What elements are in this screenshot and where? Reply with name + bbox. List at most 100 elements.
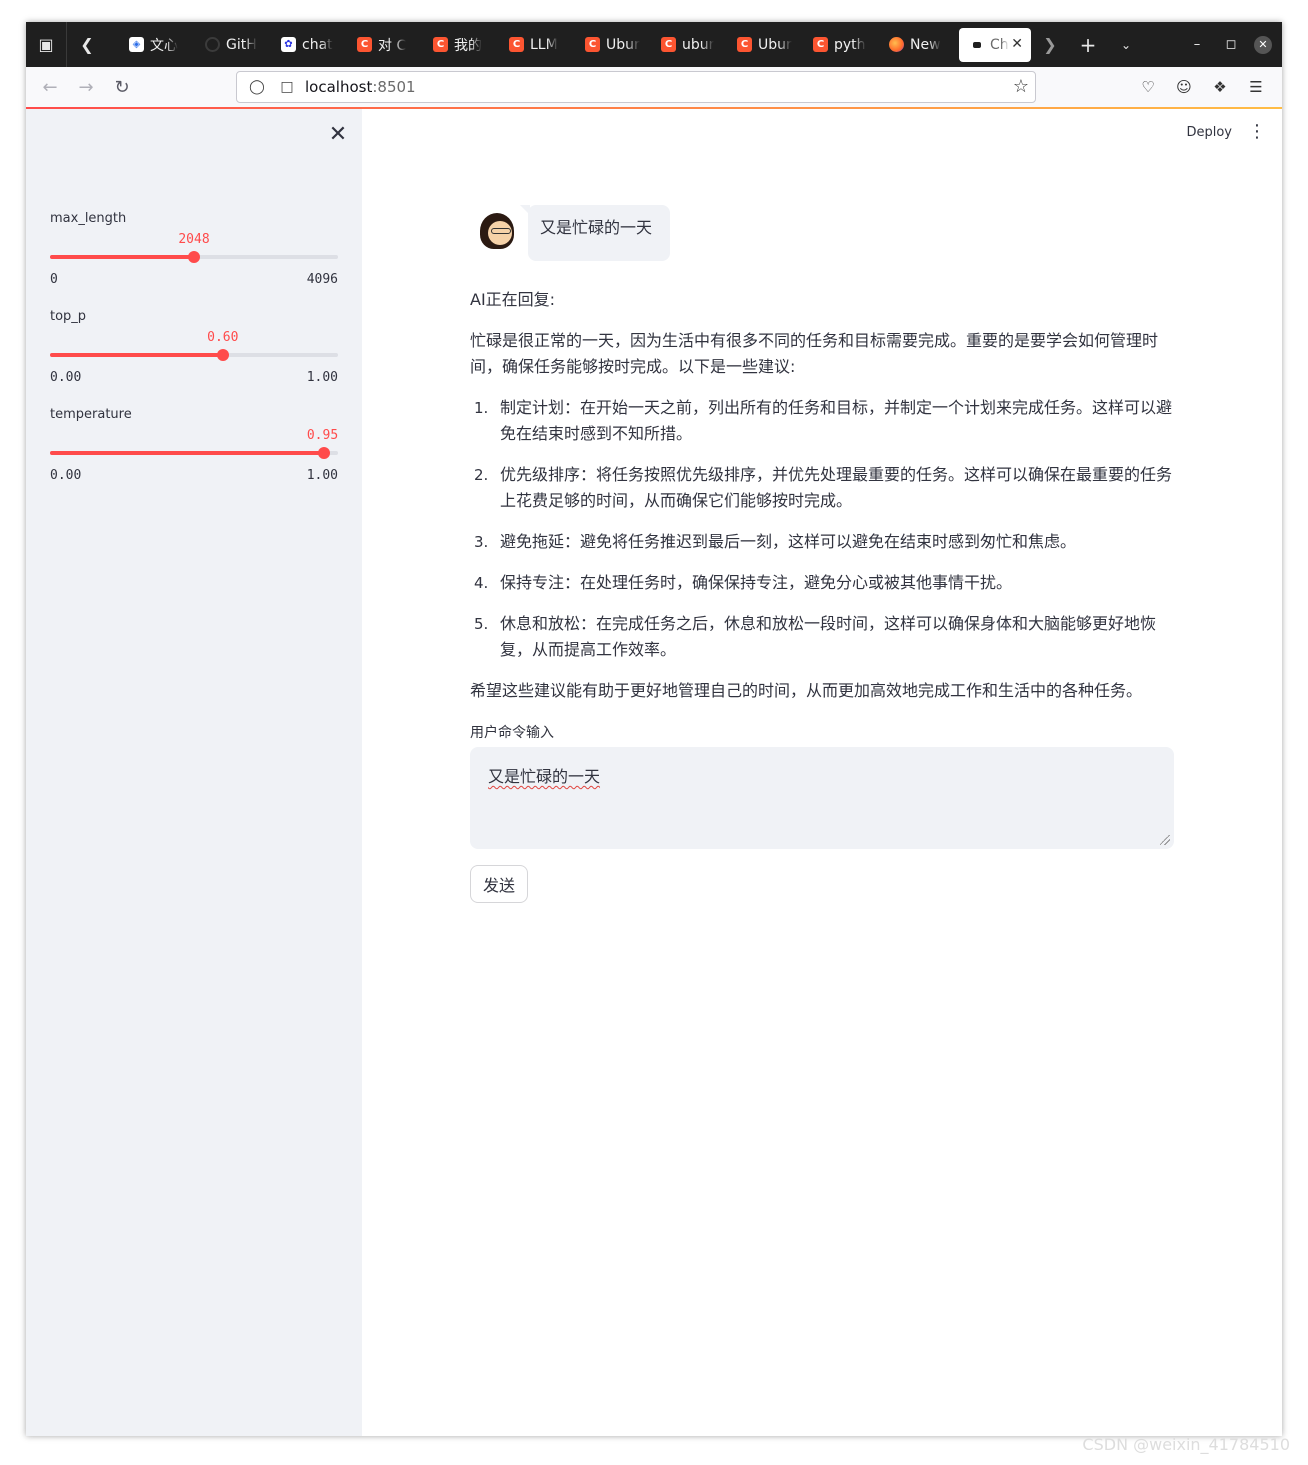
bookmark-star-icon[interactable]: ☆ — [1013, 76, 1029, 97]
tab-9[interactable]: Cpyth — [803, 28, 879, 62]
tab-6[interactable]: C Ubur — [575, 28, 651, 62]
tab-1[interactable]: GitH — [195, 28, 271, 62]
tab-label: New — [910, 36, 941, 53]
csdn-icon: C — [357, 37, 372, 52]
close-window-icon[interactable]: ✕ — [1254, 35, 1272, 54]
sidebar: ✕ max_length 2048 0 4096 top_p 0.60 0.00 1.00 te… — [26, 109, 362, 1436]
maximize-icon[interactable]: ◻ — [1214, 37, 1248, 52]
tab-0[interactable]: ◈ 文心 — [119, 28, 195, 62]
scroll-tabs-right-icon[interactable]: ❯ — [1031, 22, 1069, 67]
slider-track[interactable] — [50, 349, 338, 361]
tab-5[interactable]: C LLM — [499, 28, 575, 62]
user-message-bubble: 又是忙碌的一天 — [520, 205, 670, 261]
tab-label: ubur — [682, 36, 715, 53]
slider-label: top_p — [50, 309, 87, 324]
slider-min: 0.00 — [50, 468, 82, 483]
tab-label: 我的 — [454, 37, 482, 54]
slider-top-p: top_p 0.60 0.00 1.00 — [50, 309, 338, 385]
ai-status-text: AI正在回复: — [470, 290, 556, 309]
command-input-value: 又是忙碌的一天 — [488, 767, 601, 786]
csdn-icon: C — [813, 37, 828, 52]
slider-track[interactable] — [50, 447, 338, 459]
url-host: localhost — [305, 78, 373, 96]
window-controls: – ◻ ✕ — [1180, 22, 1282, 67]
tab-10[interactable]: New — [879, 28, 955, 62]
watermark: CSDN @weixin_41784510 — [1082, 1435, 1290, 1454]
csdn-icon: C — [737, 37, 752, 52]
tab-label: pyth — [834, 36, 866, 53]
slider-track[interactable] — [50, 251, 338, 263]
list-number: 5. — [474, 615, 489, 633]
slider-fill — [50, 353, 223, 357]
list-item-text: 休息和放松：在完成任务之后，休息和放松一段时间，这样可以确保身体和大脑能够更好地… — [500, 614, 1157, 659]
account-icon[interactable]: ☺ — [1166, 71, 1202, 103]
list-item-text: 避免拖延：避免将任务推迟到最后一刻，这样可以避免在结束时感到匆忙和焦虑。 — [500, 532, 1077, 551]
list-item-text: 优先级排序：将任务按照优先级排序，并优先处理最重要的任务。这样可以确保在最重要的… — [500, 465, 1173, 510]
list-number: 4. — [474, 574, 489, 592]
slider-value: 0.60 — [207, 330, 239, 345]
reload-icon[interactable]: ↻ — [104, 71, 140, 103]
list-item-text: 保持专注：在处理任务时，确保保持专注，避免分心或被其他事情干扰。 — [500, 573, 1013, 592]
command-input-textarea[interactable]: 又是忙碌的一天 — [470, 747, 1174, 849]
close-tab-icon[interactable]: ✕ — [1011, 36, 1023, 52]
slider-value: 0.95 — [306, 428, 339, 443]
list-item: 2. 优先级排序：将任务按照优先级排序，并优先处理最重要的任务。这样可以确保在最重… — [470, 462, 1174, 514]
slider-temperature: temperature 0.95 0.00 1.00 — [50, 407, 338, 483]
forward-icon[interactable]: → — [68, 71, 104, 103]
tab-label: Ubur — [758, 36, 792, 53]
resize-handle-icon[interactable] — [1160, 835, 1170, 845]
slider-thumb[interactable] — [317, 447, 330, 459]
slider-fill — [50, 451, 324, 455]
shield-icon[interactable]: ◯ — [245, 79, 269, 95]
pocket-icon[interactable]: ♡ — [1130, 71, 1166, 103]
browser-window: ▣ ❮ ◈ 文心 GitH ✿ chat C 对 C C 我的 C LLM C Ubur Cubur C Ub… — [26, 22, 1282, 1436]
ai-outro-paragraph: 希望这些建议能有助于更好地管理自己的时间，从而更加高效地完成工作和生活中的各种任… — [470, 681, 1143, 700]
list-item: 4. 保持专注：在处理任务时，确保保持专注，避免分心或被其他事情干扰。 — [470, 570, 1174, 596]
tab-overview-icon[interactable]: ▣ — [26, 22, 66, 67]
tab-8[interactable]: C Ubur — [727, 28, 803, 62]
tab-label: 对 C — [378, 37, 407, 54]
deploy-button[interactable]: Deploy — [1186, 125, 1232, 140]
csdn-icon: C — [585, 37, 600, 52]
tab-strip: ▣ ❮ ◈ 文心 GitH ✿ chat C 对 C C 我的 C LLM C Ubur Cubur C Ub… — [26, 22, 1282, 67]
send-button[interactable]: 发送 — [470, 865, 528, 903]
baidu-icon: ✿ — [281, 37, 296, 52]
url-bar[interactable]: ◯ □ localhost:8501 ☆ — [236, 71, 1036, 103]
slider-label: temperature — [50, 407, 132, 422]
main-area: Deploy ⋮ 又是忙碌的一天 AI正在回复: 忙碌是很正常的一天，因为生活中… — [362, 109, 1282, 1436]
user-chat-message: 又是忙碌的一天 — [478, 205, 670, 261]
close-sidebar-icon[interactable]: ✕ — [326, 123, 350, 147]
url-port: :8501 — [372, 78, 416, 96]
slider-label: max_length — [50, 211, 127, 226]
tab-4[interactable]: C 我的 — [423, 28, 499, 62]
extensions-icon[interactable]: ❖ — [1202, 71, 1238, 103]
list-tabs-icon[interactable]: ⌄ — [1107, 22, 1145, 67]
ai-response: AI正在回复: 忙碌是很正常的一天，因为生活中有很多不同的任务和目标需要完成。重… — [470, 287, 1174, 719]
slider-max: 1.00 — [306, 468, 338, 483]
slider-max: 1.00 — [306, 370, 338, 385]
tab-7[interactable]: Cubur — [651, 28, 727, 62]
tab-3[interactable]: C对 C — [347, 28, 423, 62]
minimize-icon[interactable]: – — [1180, 37, 1214, 52]
navigation-bar: ← → ↻ ◯ □ localhost:8501 ☆ ♡ ☺ ❖ ☰ — [26, 67, 1282, 107]
main-menu-icon[interactable]: ⋮ — [1248, 123, 1266, 141]
new-tab-icon[interactable]: + — [1069, 22, 1107, 67]
tab-label: 文心 — [150, 37, 178, 54]
tab-active[interactable]: Ch ✕ — [959, 27, 1031, 62]
slider-min: 0 — [50, 272, 58, 287]
wenxin-icon: ◈ — [129, 37, 144, 52]
advice-list: 1. 制定计划：在开始一天之前，列出所有的任务和目标，并制定一个计划来完成任务。这… — [470, 395, 1174, 663]
list-number: 3. — [474, 533, 489, 551]
github-icon — [205, 37, 220, 52]
slider-max-length: max_length 2048 0 4096 — [50, 211, 338, 287]
back-icon[interactable]: ← — [32, 71, 68, 103]
ai-intro-paragraph: 忙碌是很正常的一天，因为生活中有很多不同的任务和目标需要完成。重要的是要学会如何… — [470, 331, 1159, 376]
scroll-tabs-left-icon[interactable]: ❮ — [67, 22, 107, 67]
slider-thumb[interactable] — [216, 349, 229, 361]
csdn-icon: C — [509, 37, 524, 52]
menu-icon[interactable]: ☰ — [1238, 71, 1274, 103]
slider-thumb[interactable] — [188, 251, 200, 263]
slider-fill — [50, 255, 194, 259]
tab-2[interactable]: ✿ chat — [271, 28, 347, 62]
firefox-icon — [889, 37, 904, 52]
